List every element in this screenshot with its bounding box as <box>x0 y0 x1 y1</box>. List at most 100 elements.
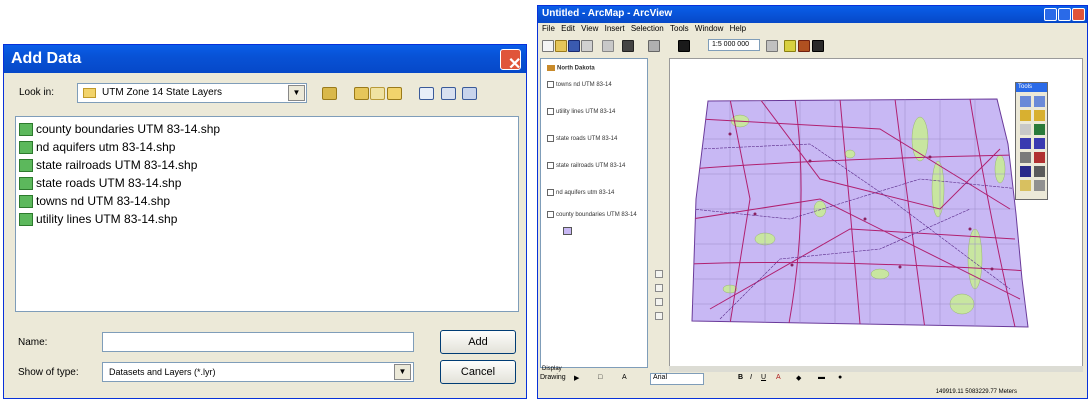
arctoolbox-icon[interactable] <box>798 40 810 52</box>
arcmap-window: Untitled - ArcMap - ArcView File Edit Vi… <box>537 5 1088 399</box>
file-name: towns nd UTM 83-14.shp <box>36 194 171 208</box>
maximize-button[interactable] <box>1058 8 1071 21</box>
close-icon: ✕ <box>508 56 522 73</box>
select-elements-icon[interactable] <box>1034 152 1045 163</box>
undo-icon[interactable] <box>648 40 660 52</box>
look-in-dropdown[interactable]: UTM Zone 14 State Layers <box>77 83 307 103</box>
layer-checkbox[interactable] <box>547 189 554 196</box>
tools-palette-title[interactable]: Tools <box>1016 83 1047 92</box>
underline-icon[interactable]: U <box>761 374 766 381</box>
county-symbol <box>563 227 572 235</box>
thumbnails-view-button[interactable] <box>459 83 479 103</box>
rectangle-tool-icon[interactable]: □ <box>598 374 602 381</box>
show-of-type-label: Show of type: <box>18 367 79 378</box>
type-dropdown-arrow[interactable]: ▼ <box>394 364 411 380</box>
layers-icon <box>547 65 555 71</box>
arcmap-title-bar[interactable]: Untitled - ArcMap - ArcView <box>538 6 1087 23</box>
up-one-level-button[interactable] <box>319 83 339 103</box>
select-features-icon[interactable] <box>1020 152 1031 163</box>
fill-color-icon[interactable]: ◆ <box>796 374 801 382</box>
italic-icon[interactable]: I <box>750 374 752 381</box>
find-icon[interactable] <box>1034 166 1045 177</box>
close-button[interactable] <box>1072 8 1085 21</box>
toc-label: utility lines UTM 83-14 <box>556 109 616 116</box>
identify-icon[interactable] <box>1020 166 1031 177</box>
look-in-dropdown-arrow[interactable]: ▼ <box>288 85 305 101</box>
back-extent-icon[interactable] <box>1020 138 1031 149</box>
toc-layer-item[interactable]: state roads UTM 83-14 <box>547 135 617 142</box>
toc-layer-item[interactable]: state railroads UTM 83-14 <box>547 162 625 169</box>
data-frame-item[interactable]: North Dakota <box>547 65 595 72</box>
menu-help[interactable]: Help <box>730 24 746 33</box>
layer-checkbox[interactable] <box>547 135 554 142</box>
details-view-button[interactable] <box>438 83 458 103</box>
add-button[interactable]: Add <box>440 330 516 354</box>
shapefile-icon <box>19 213 33 226</box>
toc-layer-item[interactable]: towns nd UTM 83-14 <box>547 81 612 88</box>
file-list[interactable]: county boundaries UTM 83-14.shp nd aquif… <box>15 116 519 312</box>
add-data-icon[interactable] <box>622 40 634 52</box>
side-tool-button[interactable] <box>655 284 663 292</box>
list-view-icon <box>419 87 434 100</box>
forward-extent-icon[interactable] <box>1034 138 1045 149</box>
close-button[interactable]: ✕ <box>500 49 521 73</box>
name-field[interactable] <box>102 332 414 352</box>
menu-tools[interactable]: Tools <box>670 24 689 33</box>
layer-checkbox[interactable] <box>547 108 554 115</box>
layer-checkbox[interactable] <box>547 211 554 218</box>
menu-selection[interactable]: Selection <box>631 24 664 33</box>
toc-layer-item[interactable]: utility lines UTM 83-14 <box>547 108 615 115</box>
select-arrow-icon[interactable]: ▶ <box>574 374 579 382</box>
measure-icon[interactable] <box>1020 180 1031 191</box>
font-color-icon[interactable]: A <box>776 374 781 381</box>
add-layer-icon[interactable] <box>678 40 690 52</box>
layer-checkbox[interactable] <box>547 162 554 169</box>
menu-view[interactable]: View <box>581 24 598 33</box>
minimize-button[interactable] <box>1044 8 1057 21</box>
marker-color-icon[interactable]: ● <box>838 374 842 381</box>
pan-icon[interactable] <box>1020 124 1031 135</box>
side-tool-button[interactable] <box>655 270 663 278</box>
zoom-in-icon[interactable] <box>1020 96 1031 107</box>
save-icon[interactable] <box>568 40 580 52</box>
side-tool-button[interactable] <box>655 298 663 306</box>
file-name: county boundaries UTM 83-14.shp <box>36 122 221 136</box>
layer-checkbox[interactable] <box>547 81 554 88</box>
menu-insert[interactable]: Insert <box>605 24 625 33</box>
text-tool-icon[interactable]: A <box>622 374 627 381</box>
toc-layer-item[interactable]: county boundaries UTM 83-14 <box>547 211 637 218</box>
side-tool-button[interactable] <box>655 312 663 320</box>
status-bar: 149919.11 5083229.77 Meters <box>538 388 1087 398</box>
fixed-zoom-out-icon[interactable] <box>1034 110 1045 121</box>
toc-label: county boundaries UTM 83-14 <box>556 212 637 219</box>
table-of-contents[interactable]: North Dakota towns nd UTM 83-14 utility … <box>540 58 648 368</box>
details-view-icon <box>441 87 456 100</box>
cancel-button[interactable]: Cancel <box>440 360 516 384</box>
full-extent-icon[interactable] <box>1034 124 1045 135</box>
type-dropdown[interactable]: Datasets and Layers (*.lyr) ▼ <box>102 362 414 382</box>
map-scale-dropdown[interactable]: 1:5 000 000 <box>708 39 760 51</box>
list-view-button[interactable] <box>416 83 436 103</box>
new-folder-button[interactable] <box>384 83 404 103</box>
drawing-menu[interactable]: Drawing <box>540 374 566 381</box>
fixed-zoom-in-icon[interactable] <box>1020 110 1031 121</box>
menu-file[interactable]: File <box>542 24 555 33</box>
open-folder-icon[interactable] <box>555 40 567 52</box>
dialog-title-bar[interactable]: Add Data ✕ <box>4 45 526 73</box>
scale-dropdown-arrow[interactable] <box>766 40 778 52</box>
new-document-icon[interactable] <box>542 40 554 52</box>
cut-icon[interactable] <box>602 40 614 52</box>
zoom-out-icon[interactable] <box>1034 96 1045 107</box>
whats-this-icon[interactable] <box>812 40 824 52</box>
bold-icon[interactable]: B <box>738 374 743 381</box>
menu-window[interactable]: Window <box>695 24 723 33</box>
line-color-icon[interactable]: ▬ <box>818 374 825 381</box>
shapefile-icon <box>19 141 33 154</box>
editor-icon[interactable] <box>784 40 796 52</box>
print-icon[interactable] <box>581 40 593 52</box>
folder-icon <box>83 88 96 98</box>
disconnect-folder-icon <box>370 87 385 100</box>
toc-layer-item[interactable]: nd aquifers utm 83-14 <box>547 189 614 196</box>
hyperlink-icon[interactable] <box>1034 180 1045 191</box>
menu-edit[interactable]: Edit <box>561 24 575 33</box>
